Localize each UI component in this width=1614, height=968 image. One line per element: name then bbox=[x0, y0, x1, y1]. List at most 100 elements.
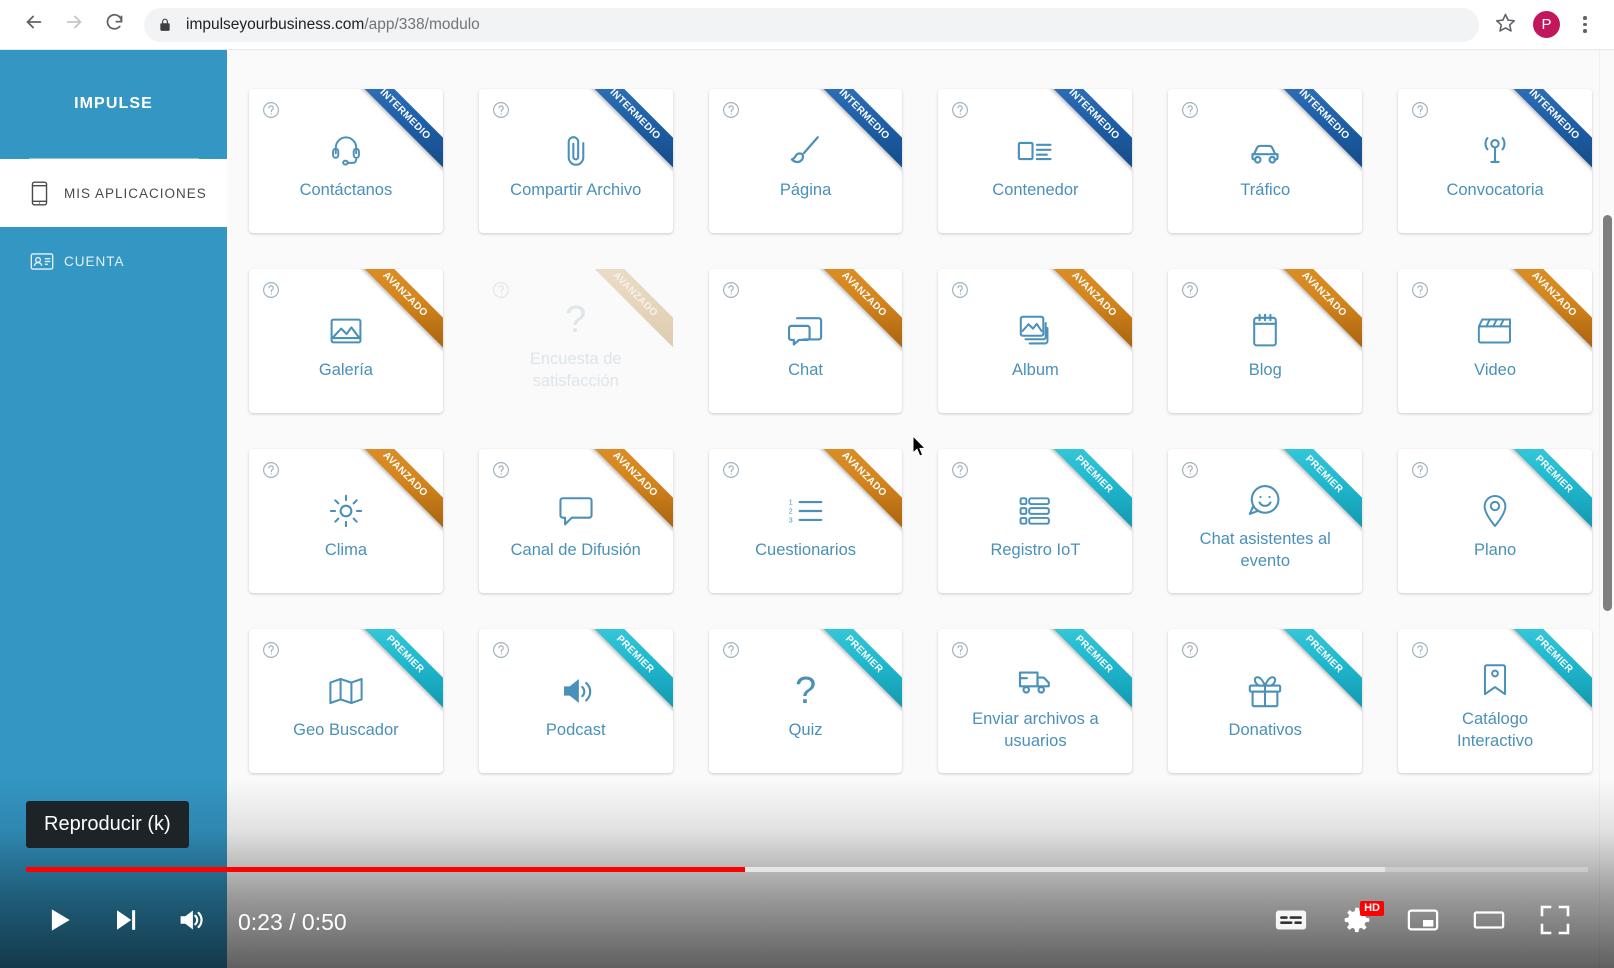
image-icon bbox=[329, 305, 363, 357]
question-circle-icon[interactable] bbox=[1411, 281, 1429, 299]
module-card[interactable]: AVANZADO Album bbox=[938, 269, 1133, 413]
module-card[interactable]: PREMIER? Quiz bbox=[708, 629, 903, 773]
brand-title: IMPULSE bbox=[74, 95, 153, 112]
question-circle-icon[interactable] bbox=[492, 281, 510, 299]
module-card[interactable]: PREMIER Registro IoT bbox=[938, 449, 1133, 593]
module-card[interactable]: PREMIER Enviar archivos a usuarios bbox=[938, 629, 1133, 773]
play-icon bbox=[43, 904, 75, 941]
delivery-truck-icon bbox=[1017, 654, 1053, 706]
module-card-label: Chat asistentes al evento bbox=[1199, 529, 1331, 570]
address-bar[interactable]: impulseyourbusiness.com/app/338/modulo bbox=[144, 7, 1479, 42]
question-circle-icon[interactable] bbox=[492, 461, 510, 479]
question-circle-icon[interactable] bbox=[262, 461, 280, 479]
question-circle-icon[interactable] bbox=[262, 101, 280, 119]
notepad-icon bbox=[1250, 305, 1280, 357]
svg-text:2: 2 bbox=[788, 508, 792, 515]
question-circle-icon[interactable] bbox=[722, 101, 740, 119]
fullscreen-icon bbox=[1540, 905, 1570, 940]
module-card[interactable]: AVANZADO Canal de Difusión bbox=[478, 449, 673, 593]
car-icon bbox=[1247, 125, 1283, 177]
module-card[interactable]: AVANZADO Clima bbox=[249, 449, 443, 593]
video-controls: 0:23 / 0:50 HD bbox=[0, 876, 1614, 968]
question-circle-icon[interactable] bbox=[492, 641, 510, 659]
theater-button[interactable] bbox=[1456, 889, 1522, 955]
sidebar-item-mis-aplicaciones[interactable]: MIS APLICACIONES bbox=[0, 159, 227, 227]
module-card[interactable]: PREMIER Plano bbox=[1398, 449, 1592, 593]
question-circle-icon[interactable] bbox=[951, 281, 969, 299]
module-card[interactable]: INTERMEDIO Contenedor bbox=[938, 89, 1133, 233]
fullscreen-button[interactable] bbox=[1522, 889, 1588, 955]
module-card-label: Enviar archivos a usuarios bbox=[972, 709, 1099, 750]
question-circle-icon[interactable] bbox=[951, 641, 969, 659]
gift-icon bbox=[1248, 665, 1282, 717]
question-circle-icon[interactable] bbox=[262, 281, 280, 299]
smiley-chat-icon bbox=[1247, 474, 1283, 526]
module-card[interactable]: INTERMEDIO Tráfico bbox=[1168, 89, 1363, 233]
module-card[interactable]: INTERMEDIO Compartir Archivo bbox=[478, 89, 673, 233]
miniplayer-button[interactable] bbox=[1390, 889, 1456, 955]
url-path: /app/338/modulo bbox=[364, 15, 480, 33]
next-button[interactable] bbox=[92, 889, 158, 955]
speaker-icon bbox=[559, 665, 593, 717]
bookmark-tag-icon bbox=[1482, 654, 1508, 706]
subtitles-button[interactable] bbox=[1258, 889, 1324, 955]
module-card[interactable]: INTERMEDIO Convocatoria bbox=[1398, 89, 1592, 233]
question-circle-icon[interactable] bbox=[262, 641, 280, 659]
module-card[interactable]: PREMIER Chat asistentes al evento bbox=[1168, 449, 1363, 593]
play-button[interactable] bbox=[26, 889, 92, 955]
chat-bubbles-icon bbox=[787, 305, 824, 357]
module-card-label: Canal de Difusión bbox=[510, 540, 641, 559]
module-card[interactable]: PREMIER Geo Buscador bbox=[249, 629, 443, 773]
sun-icon bbox=[329, 485, 363, 537]
module-card[interactable]: INTERMEDIO Página bbox=[708, 89, 903, 233]
back-button[interactable] bbox=[14, 5, 54, 45]
video-progress-bar[interactable] bbox=[26, 867, 1588, 872]
volume-button[interactable] bbox=[158, 889, 224, 955]
question-circle-icon[interactable] bbox=[1411, 101, 1429, 119]
settings-button[interactable]: HD bbox=[1324, 889, 1390, 955]
paperclip-icon bbox=[561, 125, 591, 177]
video-player-controls-overlay: Reproducir (k) 0:23 / 0:50 HD bbox=[0, 778, 1614, 968]
url-domain: impulseyourbusiness.com bbox=[186, 15, 365, 33]
kebab-menu-icon[interactable] bbox=[1570, 10, 1600, 40]
module-card[interactable]: AVANZADO Chat bbox=[708, 269, 903, 413]
module-card[interactable]: AVANZADO Blog bbox=[1168, 269, 1363, 413]
profile-avatar[interactable]: P bbox=[1533, 11, 1560, 38]
module-card[interactable]: INTERMEDIO Contáctanos bbox=[249, 89, 443, 233]
question-circle-icon[interactable] bbox=[722, 641, 740, 659]
broadcast-icon bbox=[1478, 125, 1512, 177]
forward-button[interactable] bbox=[54, 5, 94, 45]
module-card-label: Encuesta de satisfacción bbox=[529, 349, 622, 390]
module-card[interactable]: PREMIER Podcast bbox=[478, 629, 673, 773]
question-circle-icon[interactable] bbox=[1181, 281, 1199, 299]
question-circle-icon[interactable] bbox=[492, 101, 510, 119]
forward-arrow-icon bbox=[63, 11, 85, 38]
time-display: 0:23 / 0:50 bbox=[238, 908, 347, 935]
sidebar-item-cuenta[interactable]: CUENTA bbox=[0, 227, 227, 295]
module-card[interactable]: AVANZADO Video bbox=[1398, 269, 1592, 413]
module-card-label: Blog bbox=[1248, 360, 1282, 379]
brush-icon bbox=[789, 125, 823, 177]
question-circle-icon[interactable] bbox=[722, 281, 740, 299]
question-circle-icon[interactable] bbox=[722, 461, 740, 479]
scrollbar-thumb[interactable] bbox=[1603, 215, 1612, 611]
question-mark-icon: ? bbox=[565, 298, 587, 341]
miniplayer-icon bbox=[1407, 907, 1439, 938]
module-card[interactable]: AVANZADO 1 2 3 Cuestionarios bbox=[708, 449, 903, 593]
question-circle-icon[interactable] bbox=[951, 461, 969, 479]
module-card[interactable]: PREMIER Donativos bbox=[1168, 629, 1363, 773]
question-circle-icon[interactable] bbox=[1181, 641, 1199, 659]
module-card-label: Geo Buscador bbox=[293, 720, 399, 739]
question-circle-icon[interactable] bbox=[1411, 461, 1429, 479]
layout-list-icon bbox=[1017, 125, 1053, 177]
question-circle-icon[interactable] bbox=[1411, 641, 1429, 659]
module-card[interactable]: AVANZADO Galería bbox=[249, 269, 443, 413]
bookmark-button[interactable] bbox=[1487, 7, 1523, 43]
module-card[interactable]: PREMIER Catálogo Interactivo bbox=[1398, 629, 1592, 773]
progress-played bbox=[26, 867, 745, 872]
sidebar-item-label: MIS APLICACIONES bbox=[64, 185, 207, 201]
question-circle-icon[interactable] bbox=[951, 101, 969, 119]
reload-button[interactable] bbox=[94, 5, 134, 45]
question-circle-icon[interactable] bbox=[1181, 461, 1199, 479]
question-circle-icon[interactable] bbox=[1181, 101, 1199, 119]
